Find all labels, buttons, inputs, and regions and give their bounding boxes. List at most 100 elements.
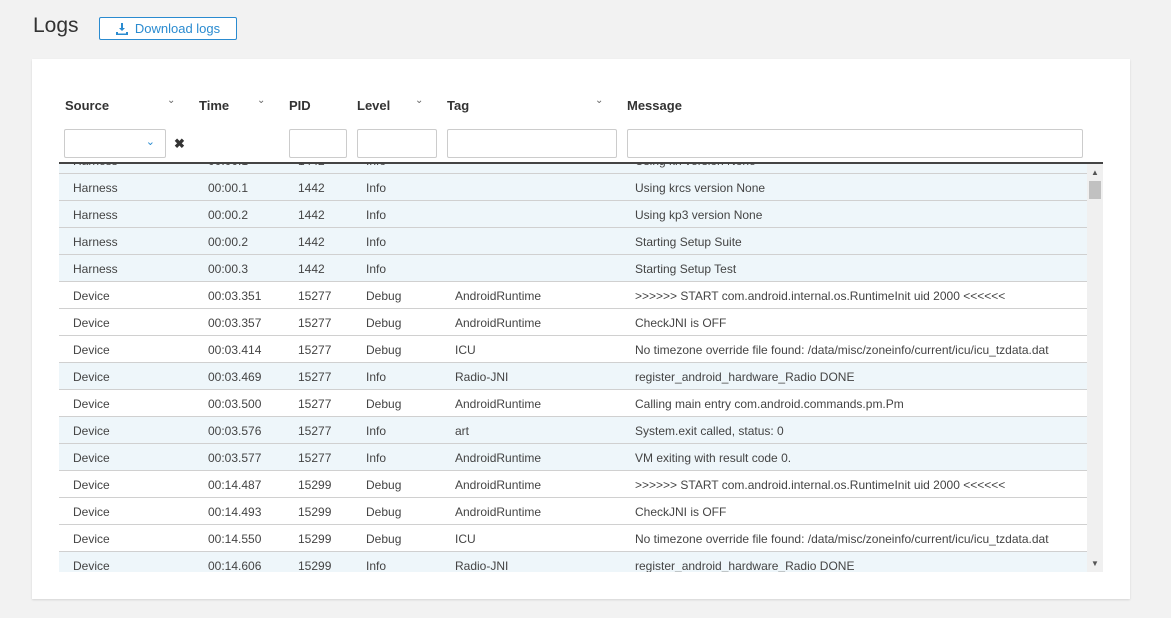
cell-tag: AndroidRuntime bbox=[455, 505, 542, 519]
table-row[interactable]: Harness 00:00.1 1442 Info Using krcs version… bbox=[59, 174, 1087, 201]
table-row[interactable]: Device 00:14.606 15299 Info Radio-JNI registe… bbox=[59, 552, 1087, 572]
download-logs-label: Download logs bbox=[134, 21, 221, 36]
cell-message: Using kn version None bbox=[635, 164, 756, 168]
cell-message: Calling main entry com.android.commands.… bbox=[635, 397, 904, 411]
cell-tag: ICU bbox=[455, 343, 476, 357]
cell-time: 00:14.487 bbox=[208, 478, 262, 492]
cell-level: Info bbox=[366, 181, 387, 195]
logs-panel: Source ⌄ Time ⌄ PID Level ⌄ Tag ⌄ Messag… bbox=[32, 59, 1130, 599]
table-row[interactable]: Device 00:03.351 15277 Debug AndroidRuntime >… bbox=[59, 282, 1087, 309]
cell-message: register_android_hardware_Radio DONE bbox=[635, 559, 855, 572]
column-header-tag[interactable]: Tag bbox=[447, 98, 469, 113]
cell-level: Debug bbox=[366, 289, 402, 303]
cell-pid: 1442 bbox=[298, 164, 325, 168]
source-filter-select[interactable]: ⌄ bbox=[64, 129, 166, 158]
cell-pid: 15277 bbox=[298, 397, 332, 411]
cell-pid: 1442 bbox=[298, 235, 325, 249]
download-logs-button[interactable]: Download logs bbox=[99, 17, 237, 40]
table-row[interactable]: Device 00:14.487 15299 Debug AndroidRuntime >… bbox=[59, 471, 1087, 498]
cell-pid: 15277 bbox=[298, 424, 332, 438]
cell-source: Harness bbox=[73, 164, 118, 168]
cell-time: 00:00.1 bbox=[208, 164, 248, 168]
column-header-time[interactable]: Time bbox=[199, 98, 229, 113]
cell-message: No timezone override file found: /data/m… bbox=[635, 532, 1049, 546]
message-filter-input[interactable] bbox=[627, 129, 1083, 158]
clear-filter-icon[interactable]: ✖ bbox=[174, 136, 185, 152]
cell-level: Info bbox=[366, 451, 387, 465]
pid-filter-input[interactable] bbox=[289, 129, 347, 158]
cell-source: Device bbox=[73, 505, 110, 519]
cell-pid: 1442 bbox=[298, 262, 325, 276]
cell-time: 00:00.1 bbox=[208, 181, 249, 195]
chevron-down-icon[interactable]: ⌄ bbox=[167, 95, 175, 106]
cell-tag: AndroidRuntime bbox=[455, 289, 542, 303]
cell-level: Debug bbox=[366, 505, 402, 519]
cell-source: Harness bbox=[73, 181, 118, 195]
cell-level: Info bbox=[366, 235, 387, 249]
column-header-source[interactable]: Source bbox=[65, 98, 109, 113]
cell-message: Starting Setup Suite bbox=[635, 235, 742, 249]
table-row[interactable]: Device 00:14.550 15299 Debug ICU No timezone … bbox=[59, 525, 1087, 552]
cell-pid: 15277 bbox=[298, 316, 332, 330]
cell-message: >>>>>> START com.android.internal.os.Run… bbox=[635, 478, 1006, 492]
table-row[interactable]: Harness 00:00.2 1442 Info Using kp3 version … bbox=[59, 201, 1087, 228]
cell-level: Debug bbox=[366, 478, 402, 492]
chevron-down-icon[interactable]: ⌄ bbox=[595, 95, 603, 106]
cell-time: 00:03.469 bbox=[208, 370, 262, 384]
cell-pid: 15277 bbox=[298, 343, 332, 357]
chevron-down-icon[interactable]: ⌄ bbox=[257, 95, 265, 106]
scroll-up-icon[interactable]: ▲ bbox=[1091, 168, 1099, 177]
cell-level: Debug bbox=[366, 397, 402, 411]
scroll-down-icon[interactable]: ▼ bbox=[1091, 559, 1099, 568]
cell-tag: Radio-JNI bbox=[455, 559, 509, 572]
cell-source: Device bbox=[73, 316, 110, 330]
page-title: Logs bbox=[33, 14, 79, 37]
cell-pid: 1442 bbox=[298, 208, 325, 222]
cell-message: register_android_hardware_Radio DONE bbox=[635, 370, 855, 384]
cell-message: Using krcs version None bbox=[635, 181, 766, 195]
cell-message: Using kp3 version None bbox=[635, 208, 763, 222]
cell-time: 00:14.606 bbox=[208, 559, 262, 572]
tag-filter-input[interactable] bbox=[447, 129, 617, 158]
table-row[interactable]: Harness 00:00.1 1442 Info Using kn version N… bbox=[59, 164, 1087, 174]
cell-pid: 15277 bbox=[298, 370, 332, 384]
cell-source: Device bbox=[73, 370, 110, 384]
cell-source: Device bbox=[73, 343, 110, 357]
cell-level: Info bbox=[366, 164, 386, 168]
cell-time: 00:14.550 bbox=[208, 532, 262, 546]
table-row[interactable]: Device 00:03.469 15277 Info Radio-JNI registe… bbox=[59, 363, 1087, 390]
chevron-down-icon[interactable]: ⌄ bbox=[415, 95, 423, 106]
cell-level: Debug bbox=[366, 343, 402, 357]
table-row[interactable]: Harness 00:00.3 1442 Info Starting Setup Tes… bbox=[59, 255, 1087, 282]
cell-source: Device bbox=[73, 478, 110, 492]
level-filter-input[interactable] bbox=[357, 129, 437, 158]
cell-level: Info bbox=[366, 262, 387, 276]
table-row[interactable]: Device 00:03.357 15277 Debug AndroidRuntime C… bbox=[59, 309, 1087, 336]
cell-pid: 15299 bbox=[298, 505, 332, 519]
table-row[interactable]: Device 00:03.576 15277 Info art System.exit c… bbox=[59, 417, 1087, 444]
column-header-level[interactable]: Level bbox=[357, 98, 390, 113]
cell-level: Info bbox=[366, 424, 387, 438]
cell-tag: ICU bbox=[455, 532, 476, 546]
cell-tag: Radio-JNI bbox=[455, 370, 509, 384]
table-row[interactable]: Device 00:03.577 15277 Info AndroidRuntime VM… bbox=[59, 444, 1087, 471]
table-row[interactable]: Device 00:14.493 15299 Debug AndroidRuntime C… bbox=[59, 498, 1087, 525]
cell-pid: 15277 bbox=[298, 451, 332, 465]
cell-time: 00:00.2 bbox=[208, 235, 249, 249]
chevron-down-icon: ⌄ bbox=[145, 136, 155, 148]
cell-tag: AndroidRuntime bbox=[455, 478, 542, 492]
table-row[interactable]: Device 00:03.414 15277 Debug ICU No timezone … bbox=[59, 336, 1087, 363]
column-header-message[interactable]: Message bbox=[627, 98, 682, 113]
cell-pid: 15299 bbox=[298, 478, 332, 492]
cell-message: Starting Setup Test bbox=[635, 262, 737, 276]
scrollbar[interactable]: ▲ ▼ bbox=[1087, 164, 1103, 572]
column-header-pid[interactable]: PID bbox=[289, 98, 311, 113]
table-row[interactable]: Harness 00:00.2 1442 Info Starting Setup Sui… bbox=[59, 228, 1087, 255]
cell-tag: AndroidRuntime bbox=[455, 451, 542, 465]
cell-pid: 15299 bbox=[298, 532, 332, 546]
cell-source: Harness bbox=[73, 262, 118, 276]
cell-level: Info bbox=[366, 559, 387, 572]
table-row[interactable]: Device 00:03.500 15277 Debug AndroidRuntime C… bbox=[59, 390, 1087, 417]
cell-time: 00:14.493 bbox=[208, 505, 262, 519]
scrollbar-thumb[interactable] bbox=[1089, 181, 1101, 199]
